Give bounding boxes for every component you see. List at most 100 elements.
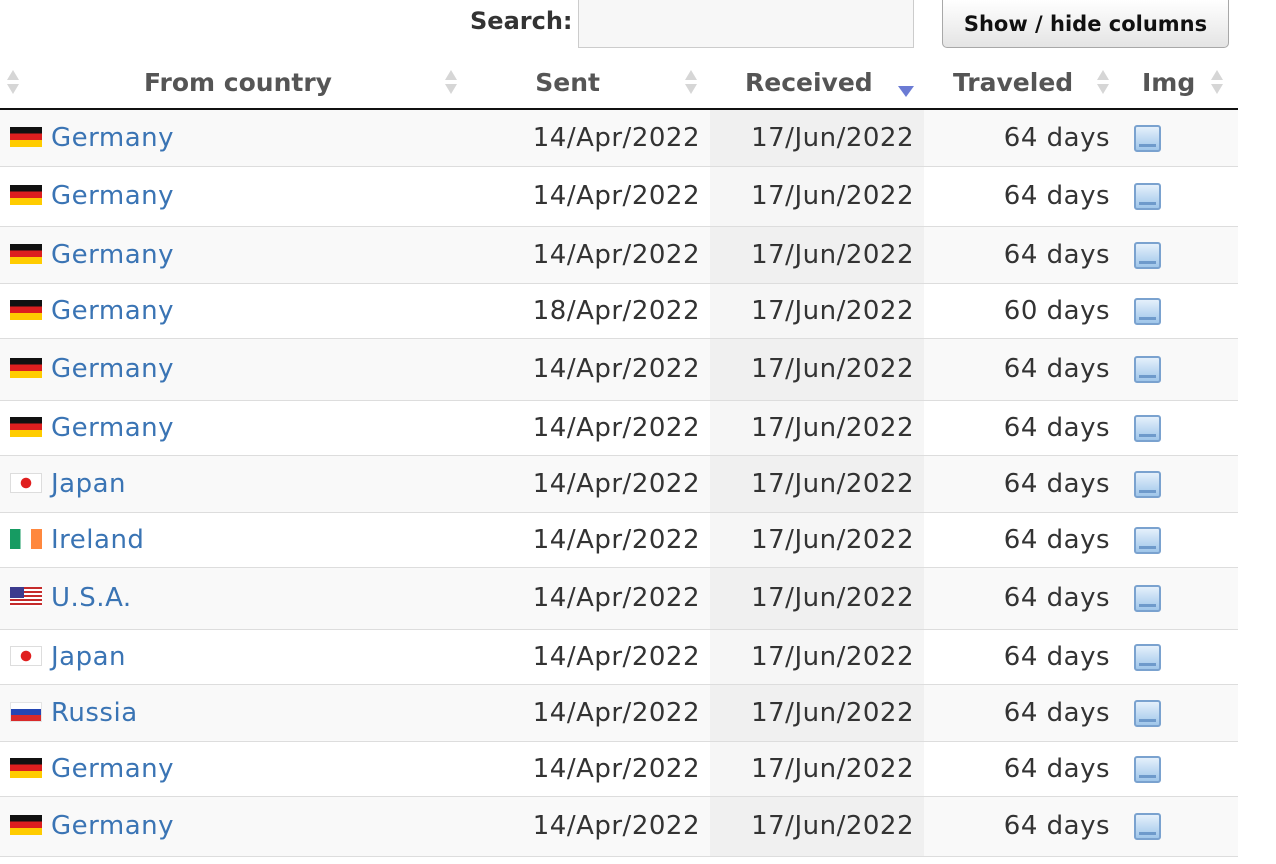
cell-received: 17/Jun/2022 [710,166,924,227]
column-label: Received [745,67,873,97]
cell-received: 17/Jun/2022 [710,400,924,456]
country-link[interactable]: Japan [51,469,126,499]
column-header-received[interactable]: Received [710,56,924,110]
column-header-traveled[interactable]: Traveled [924,56,1124,110]
image-icon[interactable] [1134,124,1161,152]
flag-de-icon [10,815,42,835]
flag-de-icon [10,358,42,378]
sort-both-icon [684,68,698,98]
flag-de-icon [10,243,42,264]
image-icon[interactable] [1134,643,1161,671]
cell-from-country: U.S.A. [0,567,476,630]
flag-de-icon [10,299,42,320]
sort-both-icon [1210,68,1224,98]
search-input[interactable] [578,0,914,48]
image-icon[interactable] [1134,585,1161,612]
cell-traveled: 60 days [924,283,1124,339]
sort-both-icon [1096,68,1110,98]
cell-sent: 14/Apr/2022 [476,796,710,857]
cell-received: 17/Jun/2022 [710,629,924,685]
cell-received: 17/Jun/2022 [710,567,924,630]
flag-de-icon [10,185,42,205]
country-link[interactable]: Germany [51,354,174,384]
cell-img [1124,283,1238,339]
country-link[interactable]: Japan [51,642,126,672]
image-icon[interactable] [1134,297,1161,325]
cell-sent: 14/Apr/2022 [476,400,710,456]
flag-de-icon [10,126,42,147]
image-icon[interactable] [1134,526,1161,554]
table-row: Germany 18/Apr/2022 17/Jun/2022 60 days [0,283,1238,339]
table-row: Germany 14/Apr/2022 17/Jun/2022 64 days [0,741,1238,797]
cell-from-country: Germany [0,400,476,456]
cell-img [1124,166,1238,227]
column-header-img[interactable]: Img [1124,56,1238,110]
cell-sent: 14/Apr/2022 [476,338,710,401]
image-icon[interactable] [1134,183,1161,210]
table-row: Japan 14/Apr/2022 17/Jun/2022 64 days [0,629,1238,685]
column-label: Sent [535,67,600,97]
cell-traveled: 64 days [924,796,1124,857]
cell-from-country: Ireland [0,512,476,568]
cell-from-country: Japan [0,629,476,685]
cell-from-country: Germany [0,796,476,857]
flag-jp-icon [10,645,42,666]
cell-sent: 14/Apr/2022 [476,512,710,568]
cell-sent: 14/Apr/2022 [476,629,710,685]
cell-from-country: Germany [0,226,476,284]
image-icon[interactable] [1134,241,1161,269]
cell-traveled: 64 days [924,166,1124,227]
cell-img [1124,109,1238,167]
table-row: Germany 14/Apr/2022 17/Jun/2022 64 days [0,400,1238,456]
country-link[interactable]: Germany [51,754,174,784]
country-link[interactable]: Germany [51,240,174,270]
image-icon[interactable] [1134,470,1161,498]
show-hide-columns-button[interactable]: Show / hide columns [942,0,1229,48]
flag-ie-icon [10,528,42,549]
country-link[interactable]: Germany [51,811,174,841]
cell-traveled: 64 days [924,512,1124,568]
column-header-sent[interactable]: Sent [476,56,710,110]
cell-received: 17/Jun/2022 [710,226,924,284]
image-icon[interactable] [1134,356,1161,383]
table-row: Japan 14/Apr/2022 17/Jun/2022 64 days [0,455,1238,513]
cell-img [1124,796,1238,857]
cell-sent: 14/Apr/2022 [476,226,710,284]
image-icon[interactable] [1134,414,1161,442]
column-header-from-country[interactable]: From country [0,56,476,110]
cell-sent: 18/Apr/2022 [476,283,710,339]
country-link[interactable]: Germany [51,413,174,443]
cell-img [1124,741,1238,797]
cell-img [1124,226,1238,284]
flag-us-icon [10,587,42,607]
cell-sent: 14/Apr/2022 [476,109,710,167]
column-label: Img [1142,67,1196,97]
cell-from-country: Germany [0,109,476,167]
sort-both-icon [444,68,458,98]
table-row: Germany 14/Apr/2022 17/Jun/2022 64 days [0,166,1238,227]
cell-img [1124,338,1238,401]
cell-received: 17/Jun/2022 [710,796,924,857]
table-row: Ireland 14/Apr/2022 17/Jun/2022 64 days [0,512,1238,568]
cell-traveled: 64 days [924,400,1124,456]
image-icon[interactable] [1134,699,1161,727]
table-row: Germany 14/Apr/2022 17/Jun/2022 64 days [0,796,1238,857]
table-body: Germany 14/Apr/2022 17/Jun/2022 64 days Germ… [0,109,1238,857]
cell-traveled: 64 days [924,455,1124,513]
cell-sent: 14/Apr/2022 [476,166,710,227]
country-link[interactable]: U.S.A. [51,583,132,613]
cell-traveled: 64 days [924,629,1124,685]
cell-traveled: 64 days [924,226,1124,284]
country-link[interactable]: Germany [51,296,174,326]
cell-img [1124,455,1238,513]
cell-sent: 14/Apr/2022 [476,455,710,513]
country-link[interactable]: Germany [51,181,174,211]
image-icon[interactable] [1134,755,1161,783]
cell-img [1124,400,1238,456]
image-icon[interactable] [1134,813,1161,840]
cell-received: 17/Jun/2022 [710,338,924,401]
country-link[interactable]: Russia [51,698,138,728]
postcards-table: From country Sent Received Traveled Img … [0,56,1238,857]
country-link[interactable]: Germany [51,123,174,153]
country-link[interactable]: Ireland [51,525,144,555]
